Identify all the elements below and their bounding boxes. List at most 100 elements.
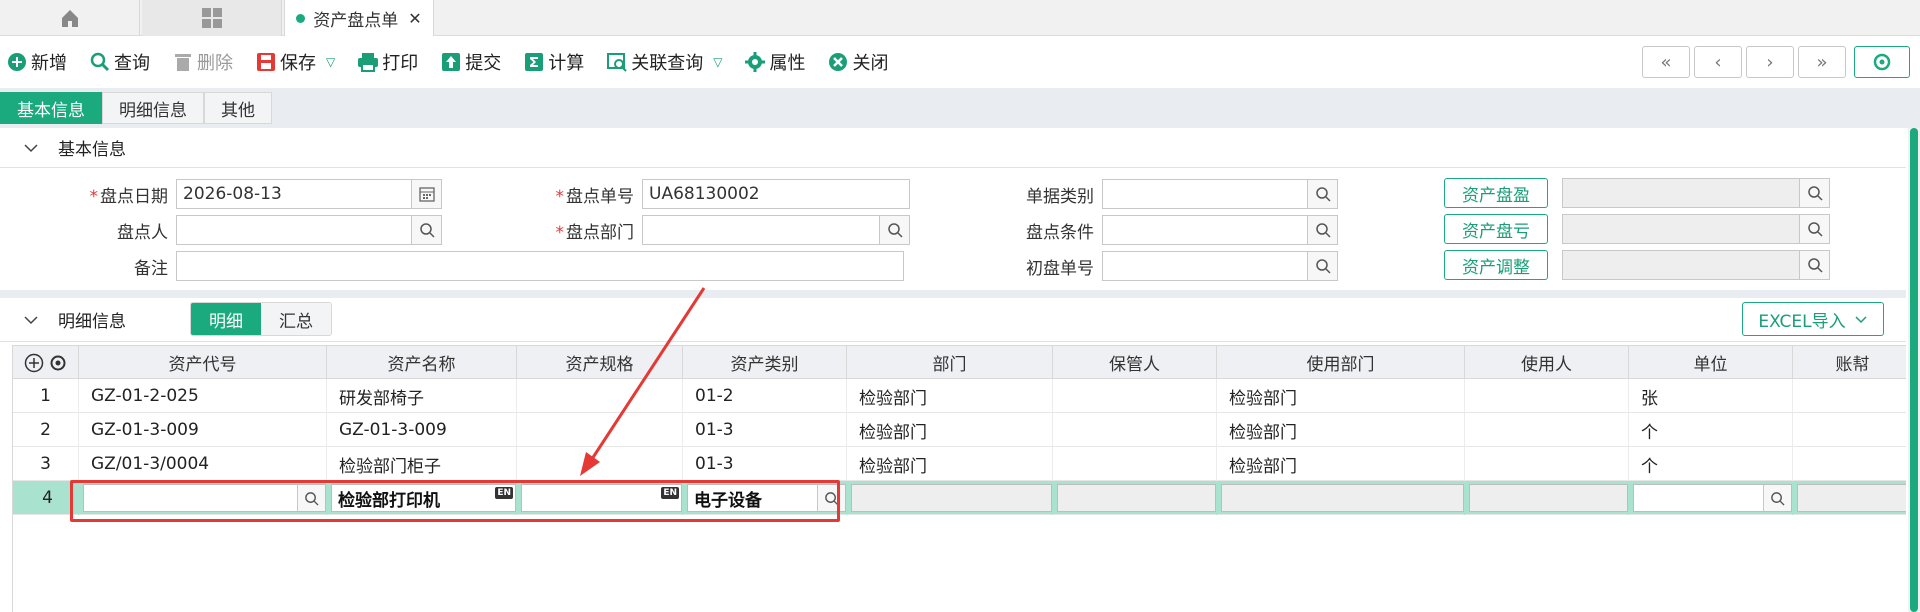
type-label: 单据类别 <box>1026 186 1094 207</box>
table-row[interactable]: 3 GZ/01-3/0004 检验部门柜子 01-3 检验部门 检验部门 个 <box>13 447 1906 481</box>
query-button[interactable]: 查询 <box>89 49 150 75</box>
tab-detail[interactable]: 明细 <box>191 303 261 335</box>
search-icon[interactable] <box>1799 179 1829 207</box>
first-no-field[interactable] <box>1102 251 1338 281</box>
close-button[interactable]: 关闭 <box>827 49 888 75</box>
gear-icon <box>744 51 766 73</box>
asset-loss-button[interactable]: 资产盘亏 <box>1444 214 1548 244</box>
col-unit[interactable]: 单位 <box>1629 346 1793 379</box>
print-button[interactable]: 打印 <box>357 49 418 75</box>
next-record-button[interactable]: › <box>1746 46 1794 78</box>
asset-name-input[interactable]: 检验部打印机 EN <box>331 484 516 512</box>
dept-input[interactable] <box>851 484 1052 512</box>
asset-surplus-button[interactable]: 资产盘盈 <box>1444 178 1548 208</box>
use-dept-input[interactable] <box>1221 484 1464 512</box>
chevron-down-icon <box>24 143 38 152</box>
cond-field[interactable] <box>1102 215 1338 245</box>
home-icon <box>61 10 78 27</box>
type-field[interactable] <box>1102 179 1338 209</box>
subtab-other[interactable]: 其他 <box>204 92 272 124</box>
chevron-down-icon[interactable]: ▽ <box>326 55 335 69</box>
subtab-detail[interactable]: 明细信息 <box>102 92 204 124</box>
search-icon[interactable] <box>879 216 909 244</box>
asset-category-input[interactable]: 电子设备 <box>687 484 846 512</box>
book-input[interactable] <box>1797 484 1906 512</box>
search-icon[interactable] <box>1307 216 1337 244</box>
detail-grid: 资产代号 资产名称 资产规格 资产类别 部门 保管人 使用部门 使用人 单位 账… <box>12 345 1906 612</box>
delete-button[interactable]: 删除 <box>172 49 233 75</box>
dept-field[interactable] <box>642 215 910 245</box>
unit-input[interactable] <box>1633 484 1792 512</box>
tab-asset-inventory[interactable]: 资产盘点单 ✕ <box>284 0 434 36</box>
upload-icon <box>440 51 462 73</box>
col-book[interactable]: 账幇 <box>1793 346 1906 379</box>
chevron-down-icon[interactable]: ▽ <box>713 55 722 69</box>
record-pager: « ‹ › » <box>1638 46 1910 78</box>
linked-search-icon <box>606 51 628 73</box>
calc-button[interactable]: 计算 <box>523 49 584 75</box>
scrollbar-thumb[interactable] <box>1910 128 1918 612</box>
dept-label: * 盘点部门 <box>555 222 635 243</box>
save-button[interactable]: 保存 ▽ <box>255 49 335 75</box>
subtab-basic[interactable]: 基本信息 <box>0 92 102 124</box>
asset-adjust-button[interactable]: 资产调整 <box>1444 250 1548 280</box>
search-icon[interactable] <box>1307 180 1337 208</box>
asset-spec-input[interactable]: EN <box>521 484 682 512</box>
prev-record-button[interactable]: ‹ <box>1694 46 1742 78</box>
search-icon[interactable] <box>1307 252 1337 280</box>
table-row[interactable]: 2 GZ-01-3-009 GZ-01-3-009 01-3 检验部门 检验部门… <box>13 413 1906 447</box>
toolbar: 新增 查询 删除 保存 ▽ 打印 提交 计算 关联查询 ▽ 属性 关闭 « ‹ <box>0 36 1920 88</box>
active-dot-icon <box>296 13 306 23</box>
asset-code-input[interactable] <box>83 484 326 512</box>
settings-button[interactable] <box>1854 46 1910 78</box>
new-button[interactable]: 新增 <box>6 49 67 75</box>
search-icon[interactable] <box>1799 215 1829 243</box>
cond-label: 盘点条件 <box>1026 222 1094 243</box>
loss-field[interactable] <box>1562 214 1830 244</box>
note-field[interactable] <box>176 251 904 281</box>
related-query-button[interactable]: 关联查询 ▽ <box>606 49 722 75</box>
tab-apps[interactable] <box>142 0 282 36</box>
no-label: * 盘点单号 <box>555 186 635 207</box>
trash-icon <box>172 51 194 73</box>
tab-bar: 资产盘点单 ✕ <box>0 0 1920 36</box>
excel-import-button[interactable]: EXCEL导入 <box>1742 302 1884 336</box>
person-field[interactable] <box>176 215 442 245</box>
search-icon[interactable] <box>817 485 845 511</box>
first-no-label: 初盘单号 <box>1026 258 1094 279</box>
gear-icon[interactable] <box>48 353 68 373</box>
table-row[interactable]: 1 GZ-01-2-025 研发部椅子 01-2 检验部门 检验部门 张 <box>13 379 1906 413</box>
col-asset-spec[interactable]: 资产规格 <box>517 346 683 379</box>
surplus-field[interactable] <box>1562 178 1830 208</box>
search-icon[interactable] <box>297 485 325 511</box>
no-field[interactable]: UA68130002 <box>642 179 910 209</box>
col-use-dept[interactable]: 使用部门 <box>1217 346 1465 379</box>
section-divider <box>0 290 1906 298</box>
vertical-scrollbar[interactable] <box>1908 128 1920 612</box>
properties-button[interactable]: 属性 <box>744 49 805 75</box>
printer-icon <box>357 51 379 73</box>
close-icon[interactable]: ✕ <box>408 9 421 28</box>
section-basic-header[interactable]: 基本信息 <box>0 128 1906 168</box>
tab-home[interactable] <box>0 0 140 36</box>
col-user[interactable]: 使用人 <box>1465 346 1629 379</box>
col-dept[interactable]: 部门 <box>847 346 1053 379</box>
user-input[interactable] <box>1469 484 1628 512</box>
search-icon[interactable] <box>1799 251 1829 279</box>
tab-summary[interactable]: 汇总 <box>261 303 331 335</box>
col-asset-name[interactable]: 资产名称 <box>327 346 517 379</box>
first-record-button[interactable]: « <box>1642 46 1690 78</box>
calendar-icon[interactable] <box>411 180 441 208</box>
search-icon[interactable] <box>411 216 441 244</box>
table-row-editing[interactable]: 4 检验部打印机 EN EN 电子设备 <box>13 481 1906 515</box>
search-icon[interactable] <box>1763 485 1791 511</box>
submit-button[interactable]: 提交 <box>440 49 501 75</box>
adjust-field[interactable] <box>1562 250 1830 280</box>
date-field[interactable]: 2026-08-13 <box>176 179 442 209</box>
col-asset-category[interactable]: 资产类别 <box>683 346 847 379</box>
add-circle-icon[interactable] <box>24 353 44 373</box>
keeper-input[interactable] <box>1057 484 1216 512</box>
last-record-button[interactable]: » <box>1798 46 1846 78</box>
col-asset-code[interactable]: 资产代号 <box>79 346 327 379</box>
col-keeper[interactable]: 保管人 <box>1053 346 1217 379</box>
